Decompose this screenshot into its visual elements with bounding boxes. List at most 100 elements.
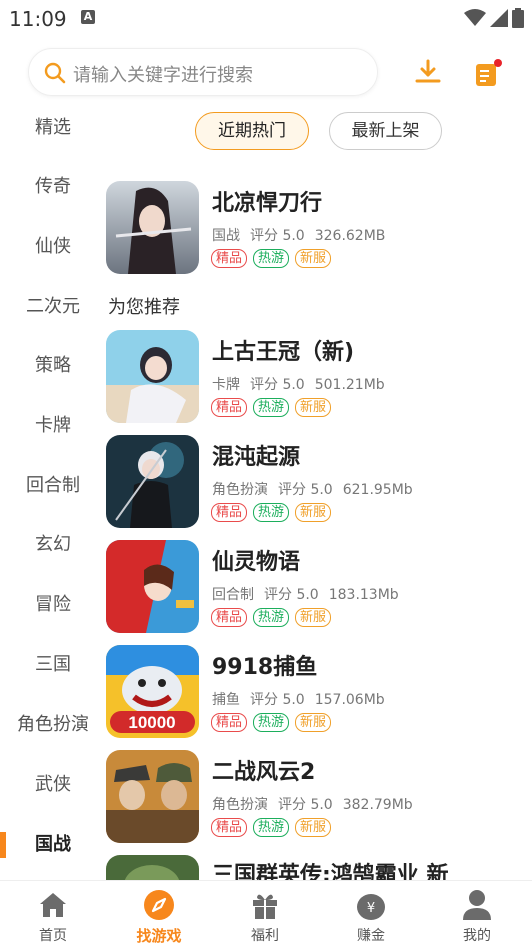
tag-premium: 精品 [211, 503, 248, 522]
game-thumbnail [106, 750, 199, 843]
message-icon[interactable] [474, 58, 504, 88]
game-size: 501.21Mb [314, 377, 385, 393]
tag-hot: 热游 [253, 713, 290, 732]
thumbnail-badge-text: 10000 [128, 713, 175, 732]
nav-label: 赚金 [357, 928, 385, 944]
status-icons [464, 8, 524, 28]
tag-hot: 热游 [253, 249, 290, 268]
tag-hot: 热游 [253, 503, 290, 522]
tag-new-server: 新服 [295, 503, 332, 522]
signal-icon [490, 9, 508, 27]
tag-new-server: 新服 [295, 398, 332, 417]
category-item[interactable]: 冒险 [0, 590, 106, 620]
game-item[interactable]: 仙灵物语 回合制 评分 5.0 183.13Mb 精品 热游 新服 [106, 540, 526, 634]
game-thumbnail: 10000 [106, 645, 199, 738]
tag-hot: 热游 [253, 818, 290, 837]
nav-label: 找游戏 [136, 927, 182, 945]
game-meta: 角色扮演 评分 5.0 621.95Mb [212, 479, 423, 499]
category-item[interactable]: 卡牌 [0, 411, 106, 441]
game-title: 上古王冠（新) [212, 340, 355, 365]
category-item-active[interactable]: 国战 [0, 830, 106, 860]
game-meta: 回合制 评分 5.0 183.13Mb [212, 584, 409, 604]
game-thumbnail [106, 540, 199, 633]
game-thumbnail [106, 435, 199, 528]
category-item[interactable]: 武侠 [0, 770, 106, 800]
gift-icon [253, 894, 277, 919]
nav-home[interactable]: 首页 [0, 881, 106, 946]
status-time: 11:09 [9, 7, 67, 31]
category-item[interactable]: 三国 [0, 650, 106, 680]
game-genre: 回合制 [212, 587, 254, 603]
user-icon [463, 890, 491, 920]
tag-premium: 精品 [211, 249, 248, 268]
tag-premium: 精品 [211, 398, 248, 417]
game-size: 621.95Mb [342, 482, 413, 498]
game-item[interactable]: 10000 9918捕鱼 捕鱼 评分 5.0 157.06Mb 精品 热游 新服 [106, 645, 526, 739]
game-thumbnail [106, 181, 199, 274]
game-title: 二战风云2 [212, 760, 316, 785]
game-size: 326.62MB [314, 228, 386, 244]
game-tags: 精品 热游 新服 [211, 398, 332, 417]
game-item[interactable]: 上古王冠（新) 卡牌 评分 5.0 501.21Mb 精品 热游 新服 [106, 330, 526, 424]
tag-new-server: 新服 [295, 713, 332, 732]
game-title: 仙灵物语 [212, 550, 301, 575]
nav-mine[interactable]: 我的 [424, 881, 530, 946]
nav-welfare[interactable]: 福利 [212, 881, 318, 946]
tab-new-release[interactable]: 最新上架 [329, 112, 442, 150]
category-item[interactable]: 回合制 [0, 471, 106, 501]
tag-premium: 精品 [211, 818, 248, 837]
section-title: 为您推荐 [108, 297, 180, 318]
game-item[interactable]: 二战风云2 角色扮演 评分 5.0 382.79Mb 精品 热游 新服 [106, 750, 526, 844]
notification-icon: A [81, 10, 95, 24]
nav-label: 首页 [39, 928, 67, 944]
game-tags: 精品 热游 新服 [211, 608, 332, 627]
category-item[interactable]: 角色扮演 [0, 710, 106, 740]
game-item[interactable]: 北凉悍刀行 国战 评分 5.0 326.62MB 精品 热游 新服 [106, 181, 526, 275]
home-icon [40, 893, 66, 917]
nav-label: 福利 [251, 928, 279, 944]
game-meta: 捕鱼 评分 5.0 157.06Mb [212, 689, 395, 709]
game-item[interactable]: 三国群英传:鸿鹄霸业 新 [106, 855, 526, 880]
search-input[interactable]: 请输入关键字进行搜索 [28, 48, 378, 96]
game-rating: 评分 5.0 [250, 377, 305, 393]
game-rating: 评分 5.0 [250, 228, 305, 244]
category-item[interactable]: 传奇 [0, 172, 106, 202]
game-tags: 精品 热游 新服 [211, 818, 332, 837]
category-item[interactable]: 策略 [0, 351, 106, 381]
tag-hot: 热游 [253, 608, 290, 627]
game-rating: 评分 5.0 [264, 587, 319, 603]
search-placeholder: 请输入关键字进行搜索 [73, 65, 253, 86]
game-meta: 角色扮演 评分 5.0 382.79Mb [212, 794, 423, 814]
status-bar: 11:09 A [0, 0, 532, 36]
game-title: 三国群英传:鸿鹄霸业 新 [212, 863, 449, 880]
nav-earn[interactable]: ¥ 赚金 [318, 881, 424, 946]
compass-icon [144, 890, 174, 920]
category-item[interactable]: 仙侠 [0, 232, 106, 262]
game-meta: 卡牌 评分 5.0 501.21Mb [212, 374, 395, 394]
active-category-indicator [0, 832, 6, 858]
game-genre: 国战 [212, 228, 240, 244]
game-item[interactable]: 混沌起源 角色扮演 评分 5.0 621.95Mb 精品 热游 新服 [106, 435, 526, 529]
game-size: 183.13Mb [328, 587, 399, 603]
game-title: 9918捕鱼 [212, 655, 318, 680]
wifi-icon [464, 9, 486, 26]
game-rating: 评分 5.0 [278, 797, 333, 813]
tag-premium: 精品 [211, 608, 248, 627]
game-genre: 角色扮演 [212, 797, 268, 813]
game-tags: 精品 热游 新服 [211, 249, 332, 268]
category-item[interactable]: 精选 [0, 113, 106, 143]
game-rating: 评分 5.0 [278, 482, 333, 498]
game-title: 混沌起源 [212, 445, 301, 470]
svg-text:¥: ¥ [367, 901, 375, 916]
game-meta: 国战 评分 5.0 326.62MB [212, 225, 395, 245]
tab-recent-hot[interactable]: 近期热门 [195, 112, 309, 150]
nav-label: 我的 [463, 928, 491, 944]
category-item[interactable]: 玄幻 [0, 530, 106, 560]
battery-icon [512, 8, 524, 28]
nav-find-games[interactable]: 找游戏 [106, 881, 212, 946]
tag-new-server: 新服 [295, 818, 332, 837]
tag-new-server: 新服 [295, 608, 332, 627]
category-item[interactable]: 二次元 [0, 292, 106, 322]
tag-premium: 精品 [211, 713, 248, 732]
download-icon[interactable] [414, 58, 442, 86]
